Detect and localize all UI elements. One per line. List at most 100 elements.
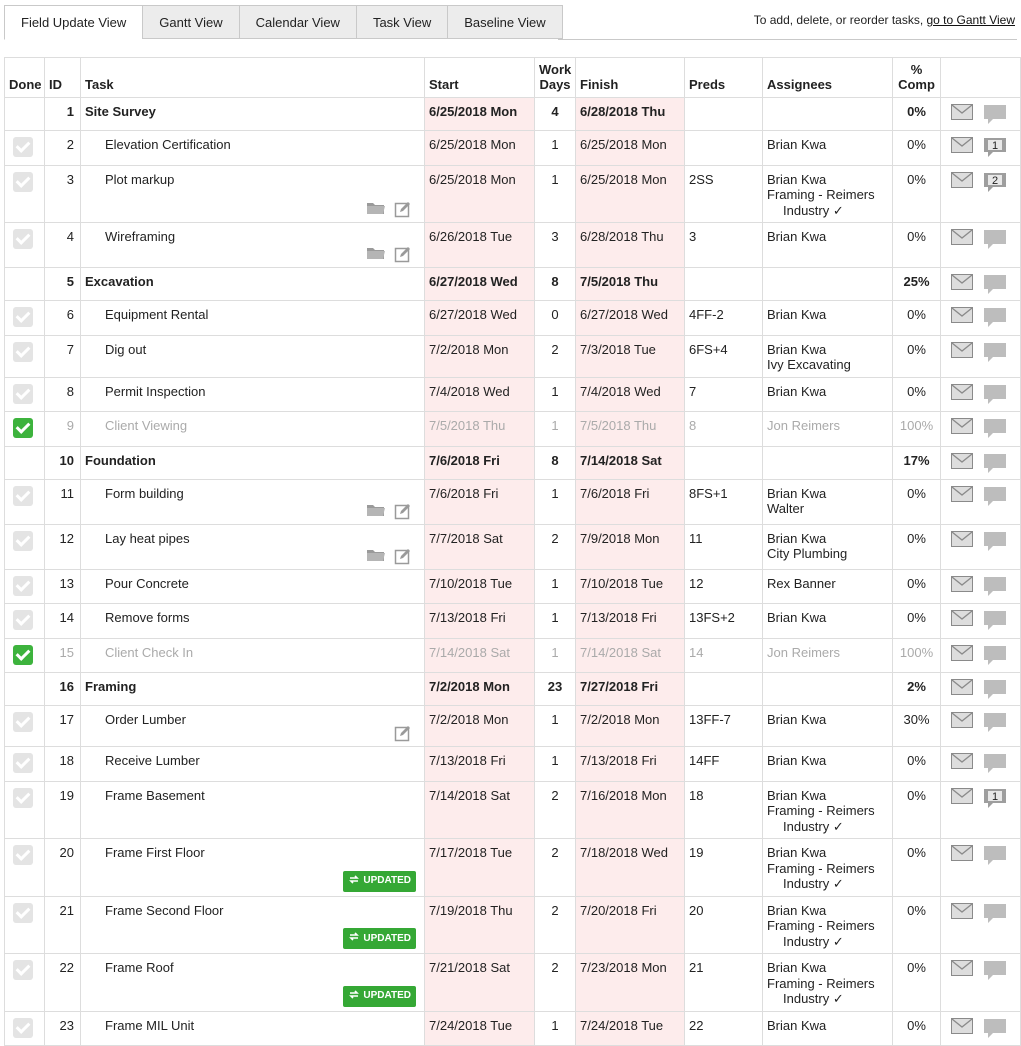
done-checkbox[interactable] (13, 644, 33, 665)
comment-icon[interactable]: 1 (983, 788, 1007, 810)
mail-icon[interactable] (951, 452, 973, 469)
work-days[interactable]: 1 (534, 411, 576, 447)
finish-date[interactable]: 6/28/2018 Thu (575, 97, 685, 131)
finish-date[interactable]: 7/27/2018 Fri (575, 672, 685, 706)
done-checkbox[interactable] (13, 307, 33, 327)
tab-gantt-view[interactable]: Gantt View (142, 5, 239, 39)
start-date[interactable]: 7/7/2018 Sat (424, 523, 535, 570)
predecessors[interactable]: 21 (684, 953, 763, 1012)
predecessors[interactable]: 3 (684, 222, 763, 268)
edit-icon[interactable] (394, 200, 414, 218)
start-date[interactable]: 7/2/2018 Mon (424, 705, 535, 747)
mail-icon[interactable] (951, 644, 973, 661)
col-work-days[interactable]: Work Days (534, 57, 576, 98)
comment-icon[interactable] (983, 1018, 1007, 1040)
comment-icon[interactable] (983, 274, 1007, 296)
predecessors[interactable]: 8 (684, 411, 763, 447)
task-name[interactable]: Foundation (85, 453, 156, 468)
work-days[interactable]: 1 (534, 130, 576, 166)
mail-icon[interactable] (951, 274, 973, 290)
predecessors[interactable] (684, 672, 763, 706)
percent-complete[interactable]: 100% (892, 411, 941, 447)
task-name[interactable]: Site Survey (85, 104, 156, 119)
task-name[interactable]: Order Lumber (85, 712, 186, 728)
finish-date[interactable]: 7/13/2018 Fri (575, 746, 685, 782)
assignees-cell[interactable]: Brian Kwa Walter (762, 478, 893, 525)
comment-icon[interactable] (983, 645, 1007, 667)
percent-complete[interactable]: 0% (892, 300, 941, 336)
mail-icon[interactable] (951, 307, 973, 323)
predecessors[interactable]: 6FS+4 (684, 334, 763, 378)
done-checkbox[interactable] (13, 418, 33, 438)
finish-date[interactable]: 7/23/2018 Mon (575, 953, 685, 1012)
done-checkbox[interactable] (13, 171, 33, 192)
comment-icon[interactable] (983, 576, 1007, 598)
predecessors[interactable]: 20 (684, 895, 763, 954)
assignees-cell[interactable] (762, 445, 893, 480)
predecessors[interactable] (684, 97, 763, 131)
predecessors[interactable]: 13FF-7 (684, 705, 763, 747)
finish-date[interactable]: 7/4/2018 Wed (575, 376, 685, 412)
assignees-cell[interactable]: Brian Kwa Framing - Reimers Industry ✓ (762, 953, 893, 1012)
finish-date[interactable]: 7/5/2018 Thu (575, 267, 685, 301)
comment-icon[interactable] (983, 418, 1007, 440)
col-pct-comp[interactable]: % Comp (892, 57, 941, 98)
start-date[interactable]: 7/21/2018 Sat (424, 953, 535, 1012)
assignees-cell[interactable]: Brian Kwa Framing - Reimers Industry ✓ (762, 164, 893, 223)
percent-complete[interactable]: 100% (892, 637, 941, 673)
work-days[interactable]: 2 (534, 895, 576, 954)
task-name[interactable]: Frame First Floor (85, 845, 205, 861)
start-date[interactable]: 7/13/2018 Fri (424, 746, 535, 782)
start-date[interactable]: 7/6/2018 Fri (424, 478, 535, 525)
task-name[interactable]: Receive Lumber (85, 753, 200, 769)
mail-icon[interactable] (951, 229, 973, 245)
work-days[interactable]: 2 (534, 523, 576, 570)
work-days[interactable]: 2 (534, 334, 576, 378)
task-name[interactable]: Elevation Certification (85, 137, 231, 153)
col-task[interactable]: Task (80, 57, 425, 98)
folder-icon[interactable] (366, 547, 386, 565)
done-checkbox[interactable] (13, 902, 33, 923)
assignees-cell[interactable]: Rex Banner (762, 568, 893, 604)
assignees-cell[interactable]: Jon Reimers (762, 411, 893, 447)
finish-date[interactable]: 7/10/2018 Tue (575, 568, 685, 604)
work-days[interactable]: 23 (534, 672, 576, 706)
percent-complete[interactable]: 2% (892, 672, 941, 706)
predecessors[interactable]: 7 (684, 376, 763, 412)
finish-date[interactable]: 7/14/2018 Sat (575, 445, 685, 480)
start-date[interactable]: 7/4/2018 Wed (424, 376, 535, 412)
mail-icon[interactable] (951, 712, 973, 728)
task-name[interactable]: Frame Second Floor (85, 903, 224, 919)
finish-date[interactable]: 6/25/2018 Mon (575, 130, 685, 166)
predecessors[interactable]: 13FS+2 (684, 603, 763, 639)
percent-complete[interactable]: 0% (892, 222, 941, 268)
predecessors[interactable]: 22 (684, 1010, 763, 1046)
task-name[interactable]: Form building (85, 486, 184, 502)
mail-icon[interactable] (951, 960, 973, 976)
start-date[interactable]: 6/27/2018 Wed (424, 267, 535, 301)
percent-complete[interactable]: 0% (892, 97, 941, 131)
start-date[interactable]: 6/27/2018 Wed (424, 300, 535, 336)
mail-icon[interactable] (951, 845, 973, 861)
start-date[interactable]: 7/24/2018 Tue (424, 1010, 535, 1046)
work-days[interactable]: 2 (534, 838, 576, 897)
done-checkbox[interactable] (13, 341, 33, 362)
done-checkbox[interactable] (13, 1017, 33, 1038)
assignees-cell[interactable]: Brian Kwa Framing - Reimers Industry ✓ (762, 780, 893, 839)
predecessors[interactable]: 11 (684, 523, 763, 570)
finish-date[interactable]: 7/16/2018 Mon (575, 780, 685, 839)
task-name[interactable]: Client Viewing (85, 418, 187, 434)
task-name[interactable]: Pour Concrete (85, 576, 189, 592)
work-days[interactable]: 1 (534, 376, 576, 412)
work-days[interactable]: 1 (534, 478, 576, 525)
work-days[interactable]: 1 (534, 637, 576, 673)
mail-icon[interactable] (951, 341, 973, 358)
done-checkbox[interactable] (13, 137, 33, 157)
finish-date[interactable]: 7/5/2018 Thu (575, 411, 685, 447)
assignees-cell[interactable] (762, 267, 893, 301)
comment-icon[interactable] (983, 229, 1007, 251)
percent-complete[interactable]: 0% (892, 478, 941, 525)
edit-icon[interactable] (394, 245, 414, 263)
task-name[interactable]: Frame Basement (85, 788, 205, 804)
work-days[interactable]: 1 (534, 746, 576, 782)
